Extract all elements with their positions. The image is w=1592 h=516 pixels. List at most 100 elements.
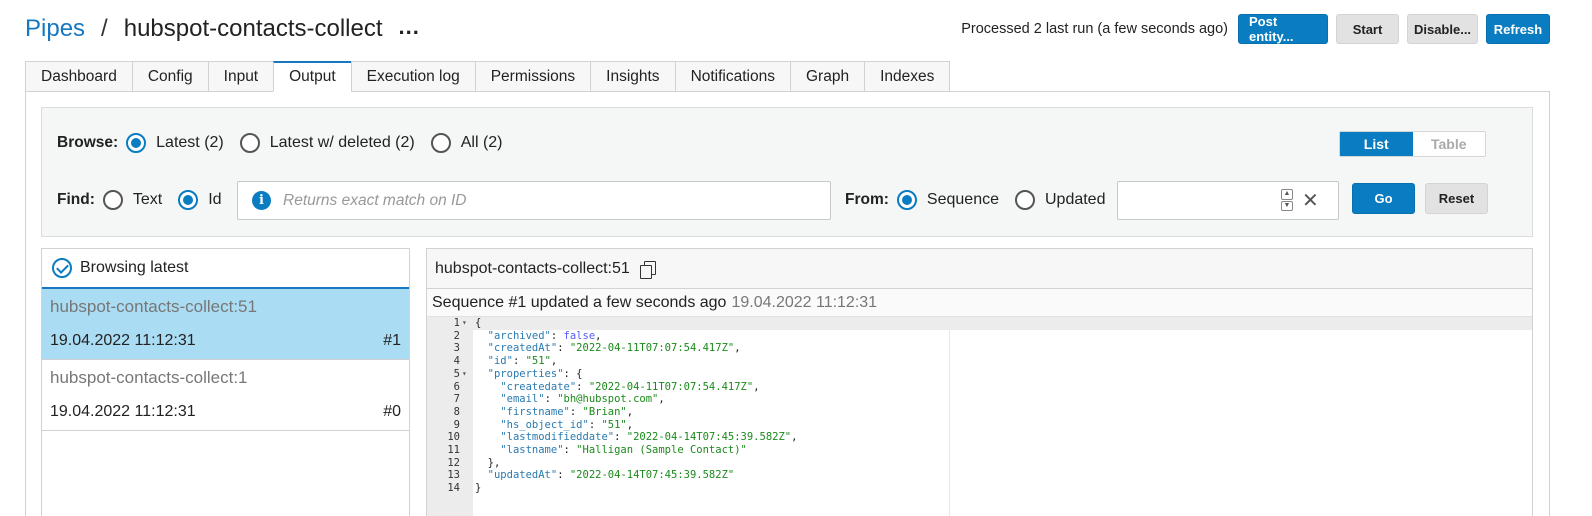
line-number: 4 <box>453 355 460 368</box>
browse-panel: Browse: Latest (2) Latest w/ deleted (2)… <box>41 107 1533 237</box>
radio-label: Updated <box>1044 191 1106 208</box>
code-line: 12 }, <box>427 457 1532 470</box>
reset-button[interactable]: Reset <box>1425 183 1488 214</box>
from-updated-radio[interactable]: Updated <box>1014 190 1106 210</box>
check-circle-icon <box>52 258 72 278</box>
clear-icon[interactable]: ✕ <box>1302 188 1319 213</box>
tab-dashboard[interactable]: Dashboard <box>25 61 132 92</box>
code-text: "lastname": "Halligan (Sample Contact)" <box>500 444 747 456</box>
code-line: 13 "updatedAt": "2022-04-14T07:45:39.582… <box>427 469 1532 482</box>
code-line: 5 ▾ "properties": { <box>427 368 1532 381</box>
from-row: From: Sequence Updated <box>845 190 1121 210</box>
more-options-button[interactable]: ... <box>399 14 420 40</box>
code-line: 10 "lastmodifieddate": "2022-04-14T07:45… <box>427 431 1532 444</box>
find-id-radio[interactable]: Id <box>178 190 222 210</box>
radio-label: Sequence <box>926 191 999 208</box>
line-number: 11 <box>447 444 460 456</box>
code-text: "properties": { <box>487 367 583 380</box>
code-text: }, <box>475 456 501 469</box>
tab-insights[interactable]: Insights <box>590 61 675 92</box>
list-view-button[interactable]: List <box>1340 132 1413 156</box>
tab-graph[interactable]: Graph <box>790 61 865 92</box>
radio-label: Latest (2) <box>156 134 224 151</box>
from-value-input[interactable]: ▲ ▼ ✕ <box>1117 181 1339 220</box>
run-status-text: Processed 2 last run (a few seconds ago) <box>961 21 1228 37</box>
code-line: 2 "archived": false, <box>427 330 1532 343</box>
radio-checked-icon <box>178 190 199 210</box>
list-item[interactable]: hubspot-contacts-collect:1 19.04.2022 11… <box>42 360 409 431</box>
go-button[interactable]: Go <box>1352 183 1415 214</box>
line-number: 5 <box>453 367 460 380</box>
spinner-down-icon[interactable]: ▼ <box>1281 200 1293 211</box>
line-number: 12 <box>447 456 460 469</box>
line-number: 7 <box>453 393 460 406</box>
find-text-radio[interactable]: Text <box>102 190 163 210</box>
code-text: } <box>475 482 482 495</box>
line-number: 13 <box>447 469 460 482</box>
radio-checked-icon <box>126 133 147 153</box>
from-sequence-radio[interactable]: Sequence <box>896 190 999 210</box>
entity-list: Browsing latest hubspot-contacts-collect… <box>41 248 410 516</box>
number-spinner[interactable]: ▲ ▼ <box>1281 189 1293 211</box>
code-line: 14} <box>427 482 1532 495</box>
fold-toggle-icon[interactable]: ▾ <box>462 317 467 330</box>
code-line: 3 "createdAt": "2022-04-11T07:07:54.417Z… <box>427 342 1532 355</box>
tab-output[interactable]: Output <box>273 61 351 92</box>
table-view-button[interactable]: Table <box>1413 132 1486 156</box>
code-text: "updatedAt": "2022-04-14T07:45:39.582Z" <box>487 469 735 482</box>
list-item[interactable]: hubspot-contacts-collect:51 19.04.2022 1… <box>42 289 409 360</box>
breadcrumb: Pipes / hubspot-contacts-collect ... <box>25 14 420 44</box>
tab-config[interactable]: Config <box>131 61 208 92</box>
sequence-timestamp: 19.04.2022 11:12:31 <box>731 293 878 311</box>
disable-button[interactable]: Disable... <box>1407 14 1478 44</box>
find-input[interactable]: i Returns exact match on ID <box>237 181 831 220</box>
tab-permissions[interactable]: Permissions <box>474 61 591 92</box>
code-line: 6 "createdate": "2022-04-11T07:07:54.417… <box>427 381 1532 394</box>
entity-detail-title: hubspot-contacts-collect:51 <box>435 259 630 277</box>
browse-latest-radio[interactable]: Latest (2) <box>126 133 224 153</box>
code-text: { <box>475 317 482 329</box>
radio-label: Id <box>208 191 222 208</box>
code-text: "firstname": "Brian", <box>500 405 634 418</box>
radio-unchecked-icon <box>239 133 260 153</box>
line-number: 6 <box>453 380 460 393</box>
code-line: 8 "firstname": "Brian", <box>427 406 1532 419</box>
view-toggle: List Table <box>1339 131 1486 157</box>
post-entity-button[interactable]: Post entity... <box>1238 14 1328 44</box>
refresh-button[interactable]: Refresh <box>1486 14 1550 44</box>
tab-execution-log[interactable]: Execution log <box>350 61 475 92</box>
start-button[interactable]: Start <box>1336 14 1399 44</box>
tab-indexes[interactable]: Indexes <box>864 61 951 92</box>
info-icon: i <box>252 191 271 210</box>
code-line: 11 "lastname": "Halligan (Sample Contact… <box>427 444 1532 457</box>
entity-date: 19.04.2022 11:12:31 <box>50 403 196 420</box>
json-editor[interactable]: 1 ▾{2 "archived": false, 3 "createdAt": "2… <box>427 317 1532 516</box>
line-number: 9 <box>453 418 460 431</box>
tab-bar: Dashboard Config Input Output Execution log P… <box>25 61 951 92</box>
code-text: "createdate": "2022-04-11T07:07:54.417Z"… <box>500 380 760 393</box>
tab-notifications[interactable]: Notifications <box>674 61 790 92</box>
line-number: 8 <box>453 405 460 418</box>
line-number: 3 <box>453 342 460 355</box>
header-actions: Processed 2 last run (a few seconds ago)… <box>961 14 1550 44</box>
fold-toggle-icon[interactable]: ▾ <box>462 368 467 381</box>
radio-label: Text <box>132 191 163 208</box>
code-line: 4 "id": "51", <box>427 355 1532 368</box>
sequence-text: Sequence #1 updated a few seconds ago <box>432 293 727 311</box>
browse-all-radio[interactable]: All (2) <box>430 133 503 153</box>
entity-id: hubspot-contacts-collect:51 <box>50 297 257 316</box>
tab-input[interactable]: Input <box>207 61 274 92</box>
find-row: Find: Text Id <box>57 190 238 210</box>
entity-list-header: Browsing latest <box>42 249 409 289</box>
page-title: hubspot-contacts-collect <box>123 15 383 42</box>
browse-latest-deleted-radio[interactable]: Latest w/ deleted (2) <box>239 133 415 153</box>
code-text: "id": "51", <box>487 355 558 368</box>
copy-icon[interactable] <box>638 260 656 279</box>
breadcrumb-pipes-link[interactable]: Pipes <box>25 15 85 43</box>
code-text: "email": "bh@hubspot.com", <box>500 393 665 406</box>
entity-id: hubspot-contacts-collect:1 <box>50 368 248 387</box>
spinner-up-icon[interactable]: ▲ <box>1281 189 1293 200</box>
entity-detail-header: hubspot-contacts-collect:51 <box>427 249 1532 289</box>
code-text: "hs_object_id": "51", <box>500 418 634 431</box>
line-number: 1 <box>453 317 460 329</box>
